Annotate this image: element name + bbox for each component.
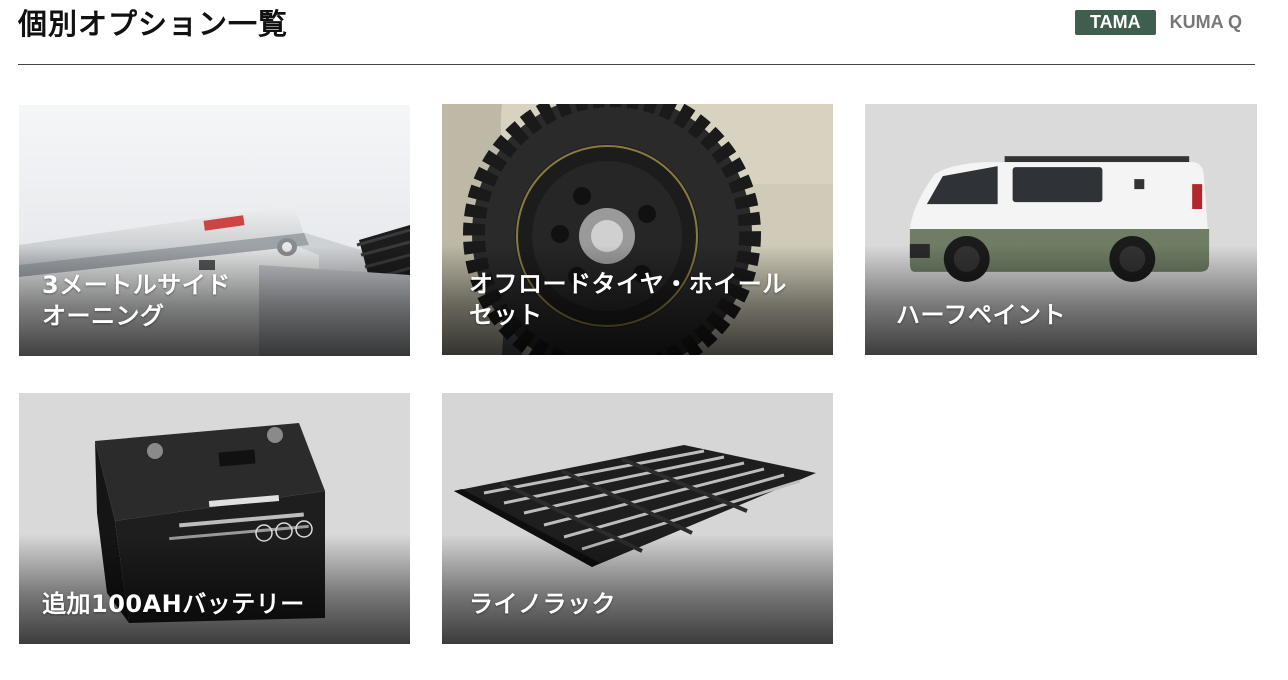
option-card-half-paint[interactable]: ハーフペイント: [865, 104, 1257, 355]
option-label: ハーフペイント: [896, 301, 1067, 329]
option-card-tires[interactable]: オフロードタイヤ・ホイール セット: [442, 104, 833, 355]
option-label: ライノラック: [469, 590, 616, 618]
page-title: 個別オプション一覧: [18, 7, 289, 41]
option-label: 3メートルサイド オーニング: [42, 271, 231, 330]
option-card-awning[interactable]: 3メートルサイド オーニング: [19, 105, 410, 356]
tab-tama[interactable]: TAMA: [1075, 10, 1156, 35]
option-card-roof-rack[interactable]: ライノラック: [442, 393, 833, 644]
option-card-battery[interactable]: 追加100AHバッテリー: [19, 393, 410, 644]
vehicle-tabs: TAMA KUMA Q: [1075, 10, 1244, 35]
tab-kuma-q[interactable]: KUMA Q: [1168, 10, 1244, 35]
option-label: オフロードタイヤ・ホイール セット: [469, 270, 787, 329]
header-divider: [18, 64, 1255, 65]
option-label: 追加100AHバッテリー: [42, 590, 305, 618]
